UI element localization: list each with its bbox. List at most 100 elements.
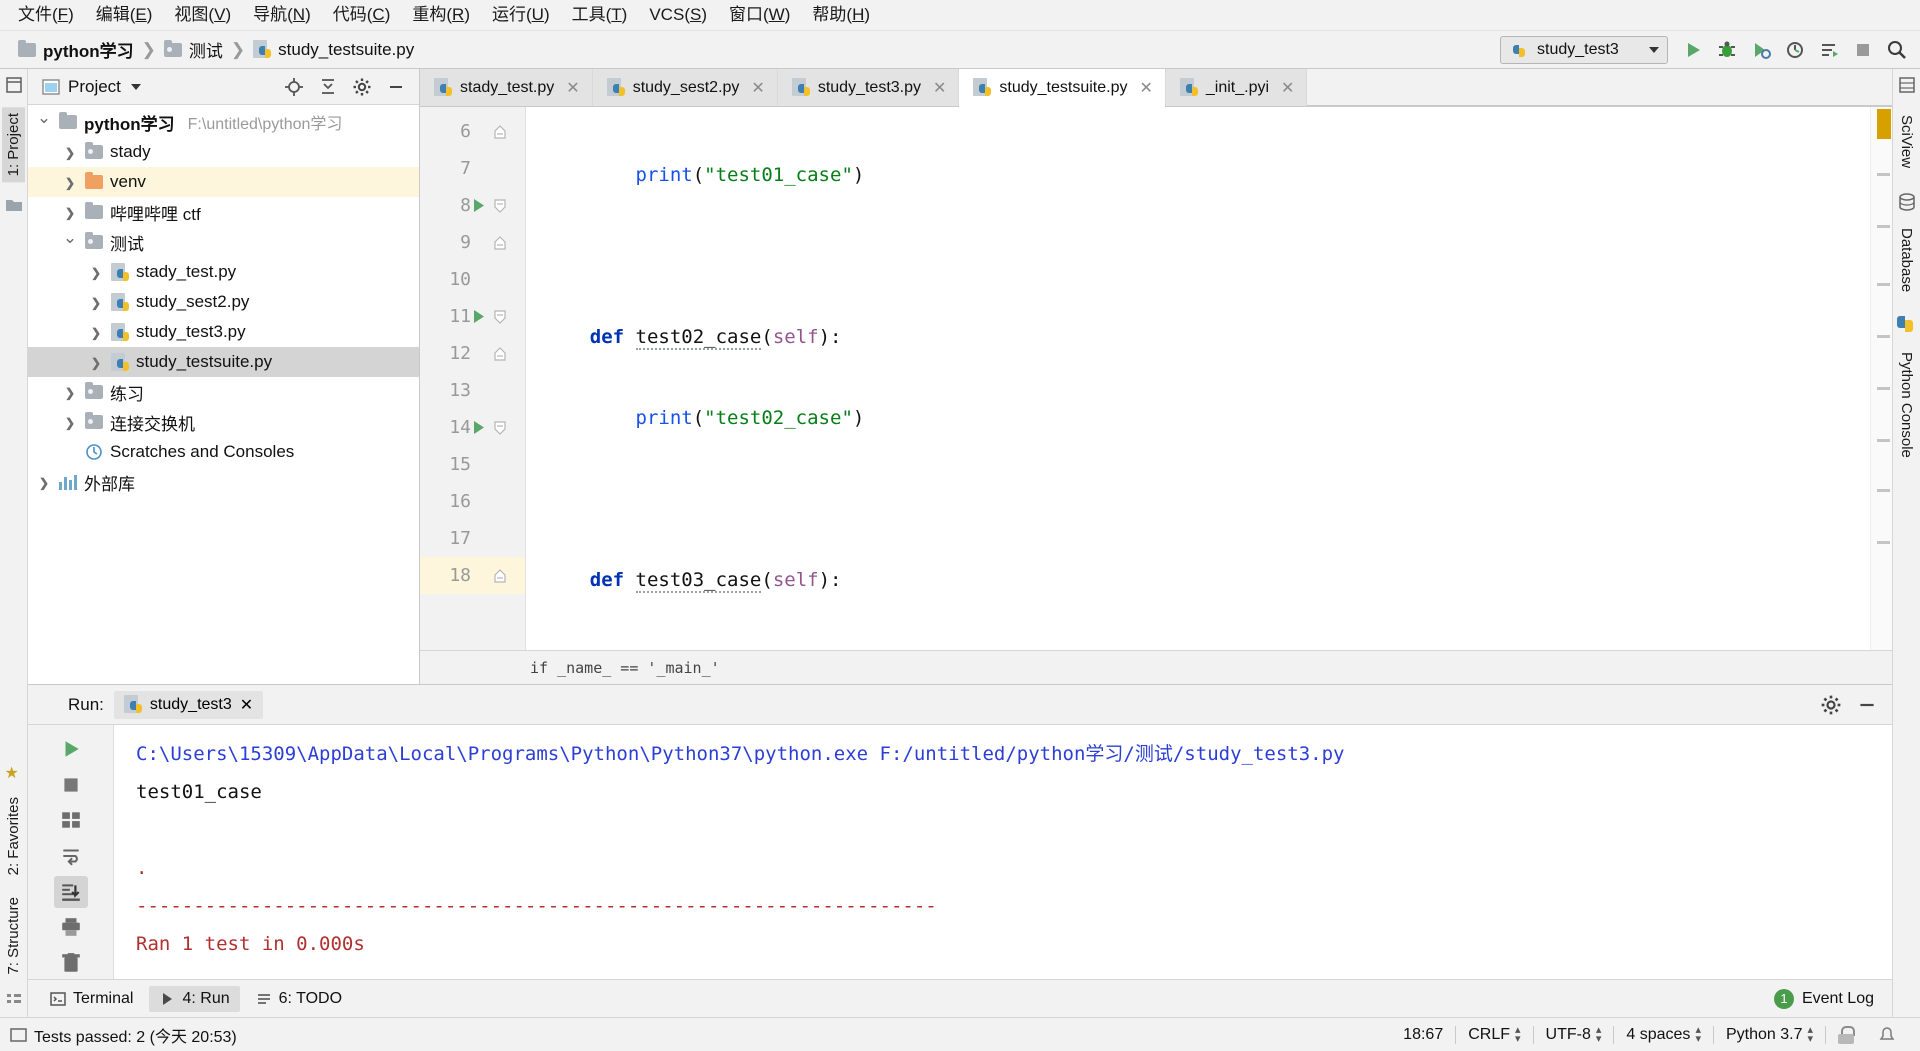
tree-item-study_test3.py[interactable]: study_test3.py bbox=[28, 317, 419, 347]
chevron-right-icon[interactable] bbox=[88, 265, 104, 280]
print-icon[interactable] bbox=[54, 912, 88, 944]
tool-tab-todo[interactable]: 6: TODO bbox=[246, 986, 352, 1012]
gutter-line-7[interactable]: 7 bbox=[420, 150, 525, 187]
structure-icon[interactable] bbox=[5, 991, 23, 1009]
chevron-right-icon[interactable] bbox=[62, 205, 78, 220]
run-configuration-selector[interactable]: study_test3 bbox=[1500, 35, 1668, 64]
chevron-right-icon[interactable] bbox=[62, 385, 78, 400]
fold-icon[interactable] bbox=[493, 235, 519, 251]
editor-tab-study_testsuite.py[interactable]: study_testsuite.py ✕ bbox=[959, 69, 1166, 107]
chevron-right-icon[interactable] bbox=[62, 415, 78, 430]
hide-panel-icon[interactable] bbox=[383, 74, 409, 100]
close-icon[interactable]: ✕ bbox=[240, 695, 253, 715]
menu-item-edit[interactable]: 编辑(E) bbox=[86, 2, 163, 28]
gear-icon[interactable] bbox=[1818, 692, 1844, 718]
run-gutter-icon[interactable] bbox=[471, 198, 493, 213]
menu-item-view[interactable]: 视图(V) bbox=[164, 2, 241, 28]
gutter-line-11[interactable]: 11 bbox=[420, 298, 525, 335]
chevron-right-icon[interactable] bbox=[88, 325, 104, 340]
editor-gutter[interactable]: 6 7 8 9 10 11 12 13 14 15 16 17 18 bbox=[420, 107, 526, 650]
breadcrumb-item-folder[interactable]: 测试 bbox=[158, 34, 229, 65]
tree-item-[interactable]: 测试 bbox=[28, 227, 419, 257]
run-panel-tab[interactable]: study_test3 ✕ bbox=[113, 690, 264, 719]
run-gutter-icon[interactable] bbox=[471, 420, 493, 435]
gutter-line-12[interactable]: 12 bbox=[420, 335, 525, 372]
gutter-line-18[interactable]: 18 bbox=[420, 557, 525, 594]
scroll-to-end-icon[interactable] bbox=[53, 875, 88, 908]
run-coverage-icon[interactable] bbox=[1744, 33, 1778, 67]
sidebar-item-database[interactable]: Database bbox=[1895, 222, 1918, 298]
sidebar-item-project[interactable]: 1: Project bbox=[2, 107, 25, 183]
tree-item-ctf[interactable]: 哔哩哔哩 ctf bbox=[28, 197, 419, 227]
chevron-right-icon[interactable] bbox=[62, 145, 78, 160]
gutter-line-9[interactable]: 9 bbox=[420, 224, 525, 261]
sidebar-item-sciview[interactable]: SciView bbox=[1895, 109, 1918, 174]
gutter-line-10[interactable]: 10 bbox=[420, 261, 525, 298]
gutter-line-17[interactable]: 17 bbox=[420, 520, 525, 557]
gutter-line-15[interactable]: 15 bbox=[420, 446, 525, 483]
caret-position[interactable]: 18:67 bbox=[1391, 1026, 1455, 1044]
profile-icon[interactable] bbox=[1778, 33, 1812, 67]
tree-item-study_sest2.py[interactable]: study_sest2.py bbox=[28, 287, 419, 317]
chevron-right-icon[interactable] bbox=[36, 475, 52, 490]
breadcrumb-item-file[interactable]: study_testsuite.py bbox=[247, 37, 420, 63]
stop-icon[interactable] bbox=[1846, 33, 1880, 67]
menu-item-code[interactable]: 代码(C) bbox=[323, 2, 401, 28]
project-tree[interactable]: python学习 F:\untitled\python学习 stady venv 哔哩哔… bbox=[28, 105, 419, 684]
gear-icon[interactable] bbox=[349, 74, 375, 100]
fold-icon[interactable] bbox=[493, 124, 519, 140]
debug-icon[interactable] bbox=[1710, 33, 1744, 67]
collapse-all-icon[interactable] bbox=[315, 74, 341, 100]
notifications-icon[interactable] bbox=[1866, 1026, 1908, 1044]
fold-icon[interactable] bbox=[493, 309, 519, 325]
fold-icon[interactable] bbox=[493, 420, 519, 436]
close-icon[interactable]: ✕ bbox=[566, 78, 579, 98]
dump-threads-icon[interactable] bbox=[54, 804, 88, 836]
database-icon[interactable] bbox=[1897, 192, 1917, 212]
sidebar-item-structure[interactable]: 7: Structure bbox=[2, 891, 25, 981]
tests-passed-label[interactable]: Tests passed: 2 (今天 20:53) bbox=[34, 1023, 237, 1047]
tree-item-stady[interactable]: stady bbox=[28, 137, 419, 167]
menu-item-file[interactable]: 文件(F) bbox=[8, 2, 84, 28]
close-icon[interactable]: ✕ bbox=[751, 78, 764, 98]
clear-all-icon[interactable] bbox=[54, 947, 88, 979]
menu-item-refactor[interactable]: 重构(R) bbox=[402, 2, 480, 28]
fold-icon[interactable] bbox=[493, 198, 519, 214]
run-gutter-icon[interactable] bbox=[471, 309, 493, 324]
editor-scrollbar[interactable] bbox=[1870, 107, 1892, 650]
tree-item-study_testsuite.py[interactable]: study_testsuite.py bbox=[28, 347, 419, 377]
tool-tab-terminal[interactable]: Terminal bbox=[40, 986, 143, 1012]
window-list-icon[interactable] bbox=[4, 75, 24, 95]
code-text[interactable]: print("test01_case") def test02_case(sel… bbox=[526, 107, 1870, 650]
run-icon[interactable] bbox=[1676, 33, 1710, 67]
editor-tab-study_test3.py[interactable]: study_test3.py ✕ bbox=[777, 69, 960, 106]
rerun-icon[interactable] bbox=[54, 733, 88, 765]
chevron-right-icon[interactable] bbox=[62, 175, 78, 190]
event-log-button[interactable]: 1 Event Log bbox=[1773, 988, 1880, 1009]
chevron-down-icon[interactable] bbox=[36, 112, 52, 132]
editor-tab-study_sest2.py[interactable]: study_sest2.py ✕ bbox=[592, 69, 778, 106]
hide-panel-icon[interactable] bbox=[1854, 692, 1880, 718]
menu-item-window[interactable]: 窗口(W) bbox=[719, 2, 800, 28]
sidebar-item-favorites[interactable]: 2: Favorites bbox=[2, 791, 25, 881]
interpreter-selector[interactable]: Python 3.7 ▴ ▾ bbox=[1714, 1024, 1825, 1044]
fold-icon[interactable] bbox=[493, 568, 519, 584]
editor-tab-stady_test.py[interactable]: stady_test.py ✕ bbox=[420, 69, 593, 106]
favorites-star-icon[interactable]: ★ bbox=[5, 763, 23, 782]
menu-item-navigate[interactable]: 导航(N) bbox=[243, 2, 321, 28]
editor-breadcrumb[interactable]: if _name_ == '_main_' bbox=[420, 650, 1892, 684]
gutter-line-13[interactable]: 13 bbox=[420, 372, 525, 409]
chevron-right-icon[interactable] bbox=[88, 355, 104, 370]
gutter-line-8[interactable]: 8 bbox=[420, 187, 525, 224]
menu-item-help[interactable]: 帮助(H) bbox=[802, 2, 880, 28]
gutter-line-6[interactable]: 6 bbox=[420, 113, 525, 150]
run-with-console-icon[interactable] bbox=[1812, 33, 1846, 67]
folder-small-icon[interactable] bbox=[4, 196, 24, 214]
grid-icon[interactable] bbox=[1897, 75, 1917, 95]
lock-icon[interactable] bbox=[1826, 1025, 1866, 1044]
tree-item-stady_test.py[interactable]: stady_test.py bbox=[28, 257, 419, 287]
tree-item-python[interactable]: python学习 F:\untitled\python学习 bbox=[28, 107, 419, 137]
gutter-line-14[interactable]: 14 bbox=[420, 409, 525, 446]
locate-file-icon[interactable] bbox=[281, 74, 307, 100]
tree-item-[interactable]: 练习 bbox=[28, 377, 419, 407]
